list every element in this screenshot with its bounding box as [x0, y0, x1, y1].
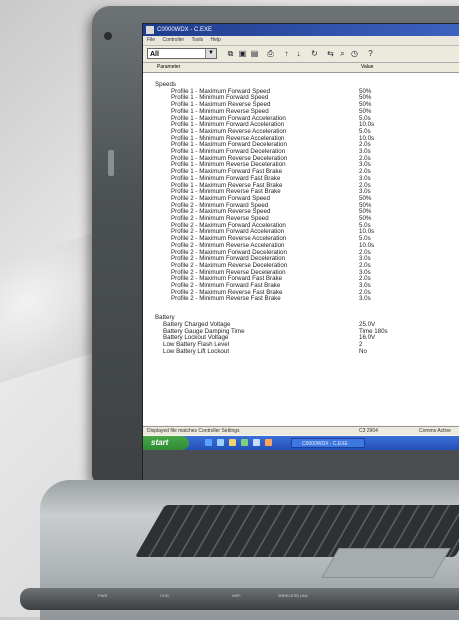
filter-select-value: All [150, 51, 159, 58]
sort-down-icon[interactable]: ↓ [293, 48, 304, 59]
parameter-value: No [359, 347, 367, 355]
parameter-value: 3.0s [359, 295, 371, 303]
wireless-lan-label: WIRELESS LAN [278, 593, 308, 598]
taskbar: start C0000WDX - C.EXE [143, 436, 459, 450]
connect-icon[interactable]: ⇆ [325, 48, 336, 59]
power-led-label: PWR [98, 593, 108, 598]
column-parameter[interactable]: Parameter [157, 63, 180, 72]
app-launcher-icon[interactable] [241, 439, 248, 446]
status-middle: C3 2904 [359, 428, 378, 434]
charge-led-label: CHG [160, 593, 169, 598]
print-icon[interactable]: ⎙ [265, 48, 276, 59]
parameter-row[interactable]: Low Battery Lift Lockout No [143, 348, 459, 355]
laptop-front-edge [20, 588, 459, 610]
save-icon[interactable]: ▣ [237, 48, 248, 59]
webcam-dot [104, 32, 112, 40]
window-title: C0000WDX - C.EXE [157, 27, 213, 33]
search-icon[interactable]: ⌕ [337, 48, 348, 59]
quicklaunch-icon[interactable] [265, 439, 272, 446]
window-titlebar[interactable]: C0000WDX - C.EXE [143, 24, 459, 36]
start-label: start [151, 438, 169, 447]
parameter-row[interactable]: Profile 2 - Minimum Reverse Fast Brake 3.… [143, 295, 459, 302]
toolbar: All ▼ ⧉ ▣ ▤ ⎙ ↑ ↓ ↻ ⇆ ⌕ ◷ ? [143, 46, 459, 63]
menu-file[interactable]: File [147, 37, 155, 43]
folder-icon[interactable] [229, 439, 236, 446]
laptop-screen: C0000WDX - C.EXE File Controller Tools H… [142, 23, 459, 483]
touchpad [321, 548, 451, 578]
status-left: Displayed file matches Controller Settin… [147, 428, 240, 434]
sort-up-icon[interactable]: ↑ [281, 48, 292, 59]
wifi-led-label: WIFI [232, 593, 241, 598]
screen-bezel-bottom [143, 450, 459, 482]
menu-bar: File Controller Tools Help [143, 36, 459, 46]
taskbar-window-button[interactable]: C0000WDX - C.EXE [291, 438, 365, 448]
save-as-icon[interactable]: ▤ [249, 48, 260, 59]
parameter-name: Profile 2 - Minimum Reverse Fast Brake [171, 295, 281, 303]
chevron-down-icon[interactable]: ▼ [205, 49, 216, 58]
menu-help[interactable]: Help [211, 37, 221, 43]
app-icon [146, 26, 154, 34]
clock-icon[interactable]: ◷ [349, 48, 360, 59]
menu-controller[interactable]: Controller [162, 37, 184, 43]
copy-icon[interactable]: ⧉ [225, 48, 236, 59]
help-icon[interactable]: ? [365, 48, 376, 59]
menu-tools[interactable]: Tools [191, 37, 203, 43]
ie-icon[interactable] [205, 439, 212, 446]
column-value[interactable]: Value [361, 63, 373, 72]
desktop-icon[interactable] [217, 439, 224, 446]
lid-badge [108, 150, 114, 176]
media-icon[interactable] [253, 439, 260, 446]
status-right: Comms Active [419, 428, 451, 434]
taskbar-window-label: C0000WDX - C.EXE [302, 441, 348, 447]
filter-select[interactable]: All ▼ [147, 48, 217, 59]
start-button[interactable]: start [143, 436, 189, 450]
parameter-name: Low Battery Lift Lockout [163, 347, 230, 355]
column-header: Parameter Value [143, 63, 459, 73]
parameter-list[interactable]: Speeds Profile 1 - Maximum Forward Speed 5… [143, 73, 459, 425]
refresh-icon[interactable]: ↻ [309, 48, 320, 59]
status-bar: Displayed file matches Controller Settin… [143, 426, 459, 435]
